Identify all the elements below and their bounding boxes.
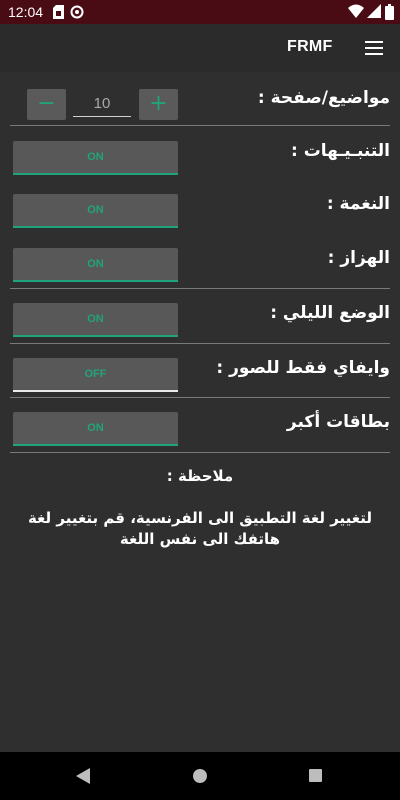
app-bar: FRMF xyxy=(0,24,400,72)
topics-per-page-label: مواضيع/صفحة : xyxy=(257,88,390,108)
ringtone-label: النغمة : xyxy=(326,194,390,214)
vibration-toggle[interactable]: ON xyxy=(13,248,178,282)
toggle-indicator xyxy=(13,444,178,446)
app-title: FRMF xyxy=(287,38,333,55)
night-mode-toggle[interactable]: ON xyxy=(13,303,178,337)
increment-button[interactable]: + xyxy=(139,89,178,120)
night-mode-toggle-state: ON xyxy=(87,313,104,325)
plus-icon: + xyxy=(149,91,168,116)
home-icon[interactable] xyxy=(193,769,207,783)
battery-icon xyxy=(385,4,394,20)
sim-card-icon xyxy=(53,5,64,19)
status-bar: 12:04 xyxy=(0,0,400,24)
divider xyxy=(10,125,390,126)
menu-icon xyxy=(365,41,383,43)
bigger-cards-toggle-state: ON xyxy=(87,422,104,434)
divider xyxy=(10,288,390,289)
vibration-label: الهزاز : xyxy=(327,248,390,268)
decrement-button[interactable]: − xyxy=(27,89,66,120)
wifi-images-toggle-state: OFF xyxy=(84,368,107,380)
recents-icon[interactable] xyxy=(309,769,322,782)
menu-button[interactable] xyxy=(360,36,388,60)
notifications-label: التنبـيـهات : xyxy=(291,141,390,161)
note-text: لتغيير لغة التطبيق الى الفرنسية، قم بتغي… xyxy=(27,509,373,548)
divider xyxy=(10,397,390,398)
vibration-toggle-state: ON xyxy=(87,258,104,270)
bigger-cards-toggle[interactable]: ON xyxy=(13,412,178,446)
toggle-indicator xyxy=(13,390,178,392)
bigger-cards-label: بطاقات أكبر xyxy=(286,412,390,432)
menu-icon-bar xyxy=(365,47,383,49)
data-saver-icon xyxy=(70,5,84,19)
notifications-toggle[interactable]: ON xyxy=(13,141,178,175)
toggle-indicator xyxy=(13,226,178,228)
divider xyxy=(10,452,390,453)
signal-icon xyxy=(367,4,381,18)
ringtone-toggle-state: ON xyxy=(87,204,104,216)
back-icon[interactable] xyxy=(76,768,90,784)
toggle-indicator xyxy=(13,335,178,337)
wifi-images-label: وايفاي فقط للصور : xyxy=(216,358,390,378)
menu-icon-bar xyxy=(365,53,383,55)
night-mode-label: الوضع الليلي : xyxy=(270,303,390,323)
note-title: ملاحظة : xyxy=(166,467,234,485)
divider xyxy=(10,343,390,344)
wifi-icon xyxy=(348,4,364,18)
wifi-images-toggle[interactable]: OFF xyxy=(13,358,178,392)
toggle-indicator xyxy=(13,173,178,175)
minus-icon: − xyxy=(37,91,56,116)
ringtone-toggle[interactable]: ON xyxy=(13,194,178,228)
status-time: 12:04 xyxy=(8,4,44,20)
toggle-indicator xyxy=(13,280,178,282)
app-root: 12:04 FRMF مواضيع/صفحة : − 10 + التنبـيـ… xyxy=(0,0,400,800)
topics-per-page-input[interactable] xyxy=(73,90,131,117)
notifications-toggle-state: ON xyxy=(87,151,104,163)
